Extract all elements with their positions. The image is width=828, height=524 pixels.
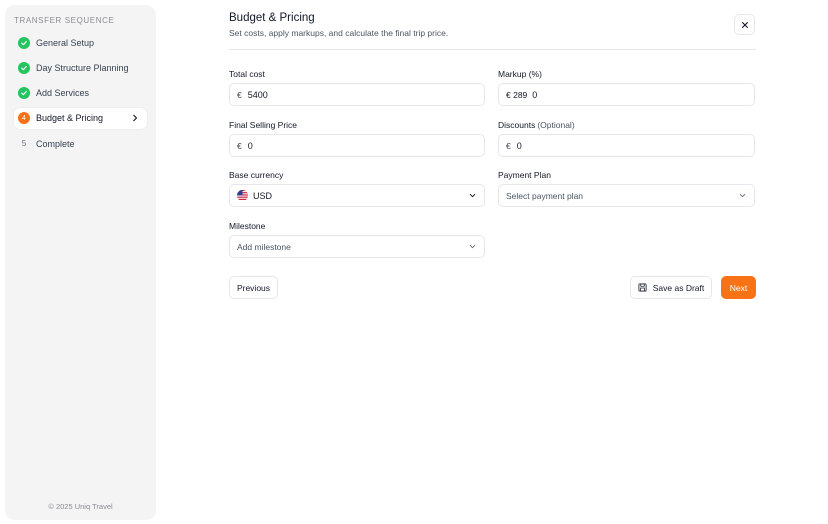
base-currency-field: Base currency USD xyxy=(229,170,485,207)
check-icon xyxy=(18,61,30,74)
step-label: Add Services xyxy=(36,88,90,99)
base-currency-select[interactable]: USD xyxy=(229,184,485,207)
payment-plan-label: Payment Plan xyxy=(498,170,551,180)
currency-prefix: € xyxy=(506,140,511,151)
app-window: TRANSFER SEQUENCE General Setup Day Stru… xyxy=(0,0,828,524)
milestone-select[interactable]: Add milestone xyxy=(229,235,485,258)
payment-plan-field: Payment Plan Select payment plan xyxy=(498,170,755,207)
payment-plan-placeholder: Select payment plan xyxy=(506,190,584,201)
step-number-badge: 5 xyxy=(21,139,27,149)
chevron-down-icon xyxy=(739,193,746,198)
step-complete[interactable]: 5 Complete xyxy=(14,133,147,154)
markup-input[interactable]: € 289 0 xyxy=(498,83,755,106)
milestone-field: Milestone Add milestone xyxy=(229,221,485,258)
check-icon xyxy=(18,36,30,49)
page-title: Budget & Pricing xyxy=(229,12,315,24)
sidebar-title: TRANSFER SEQUENCE xyxy=(14,16,115,25)
step-label: Day Structure Planning xyxy=(36,62,129,73)
us-flag-icon xyxy=(237,190,248,201)
payment-plan-select[interactable]: Select payment plan xyxy=(498,184,755,207)
step-list: General Setup Day Structure Planning Add… xyxy=(14,32,147,154)
markup-value: 0 xyxy=(532,89,538,100)
page-subtitle: Set costs, apply markups, and calculate … xyxy=(229,28,449,38)
step-number-badge: 4 xyxy=(18,112,30,125)
milestone-placeholder: Add milestone xyxy=(237,241,291,252)
final-price-field: Final Selling Price € 0 xyxy=(229,120,485,157)
previous-button[interactable]: Previous xyxy=(229,276,278,299)
discounts-value: 0 xyxy=(516,140,522,151)
header-divider xyxy=(229,49,756,50)
save-draft-label: Save as Draft xyxy=(652,282,705,293)
step-day-structure[interactable]: Day Structure Planning xyxy=(14,57,147,78)
final-price-value: 0 xyxy=(247,140,253,151)
close-button[interactable] xyxy=(734,14,755,35)
total-cost-label: Total cost xyxy=(229,69,265,79)
discounts-field: Discounts (Optional) € 0 xyxy=(498,120,755,157)
discounts-label-text: Discounts xyxy=(498,120,536,130)
optional-hint: (Optional) xyxy=(537,120,575,130)
step-label: Complete xyxy=(36,138,75,149)
base-currency-label: Base currency xyxy=(229,170,284,180)
total-cost-field: Total cost € 5400 xyxy=(229,69,485,106)
currency-prefix: € xyxy=(237,89,242,100)
discounts-input[interactable]: € 0 xyxy=(498,134,755,157)
step-label: General Setup xyxy=(36,37,95,48)
total-cost-input[interactable]: € 5400 xyxy=(229,83,485,106)
final-price-input[interactable]: € 0 xyxy=(229,134,485,157)
sidebar: TRANSFER SEQUENCE General Setup Day Stru… xyxy=(5,5,156,520)
copyright-footer: © 2025 Uniq Travel xyxy=(48,502,113,511)
step-general-setup[interactable]: General Setup xyxy=(14,32,147,53)
step-label: Budget & Pricing xyxy=(36,113,104,124)
chevron-down-icon xyxy=(469,193,476,198)
close-icon xyxy=(741,21,748,28)
step-budget-pricing[interactable]: 4 Budget & Pricing xyxy=(14,107,147,129)
base-currency-value: USD xyxy=(253,190,273,201)
markup-field: Markup (%) € 289 0 xyxy=(498,69,755,106)
save-draft-button[interactable]: Save as Draft xyxy=(630,276,712,299)
check-icon xyxy=(18,87,30,100)
step-add-services[interactable]: Add Services xyxy=(14,83,147,104)
chevron-down-icon xyxy=(469,244,476,249)
final-price-label: Final Selling Price xyxy=(229,120,298,130)
discounts-label: Discounts (Optional) xyxy=(498,120,755,132)
next-button[interactable]: Next xyxy=(721,276,756,299)
markup-label: Markup (%) xyxy=(498,69,542,79)
total-cost-value: 5400 xyxy=(247,89,268,100)
chevron-right-icon xyxy=(133,114,138,122)
markup-prefix: € 289 xyxy=(506,89,528,100)
save-icon xyxy=(638,283,647,292)
currency-prefix: € xyxy=(237,140,242,151)
milestone-label: Milestone xyxy=(229,221,266,231)
